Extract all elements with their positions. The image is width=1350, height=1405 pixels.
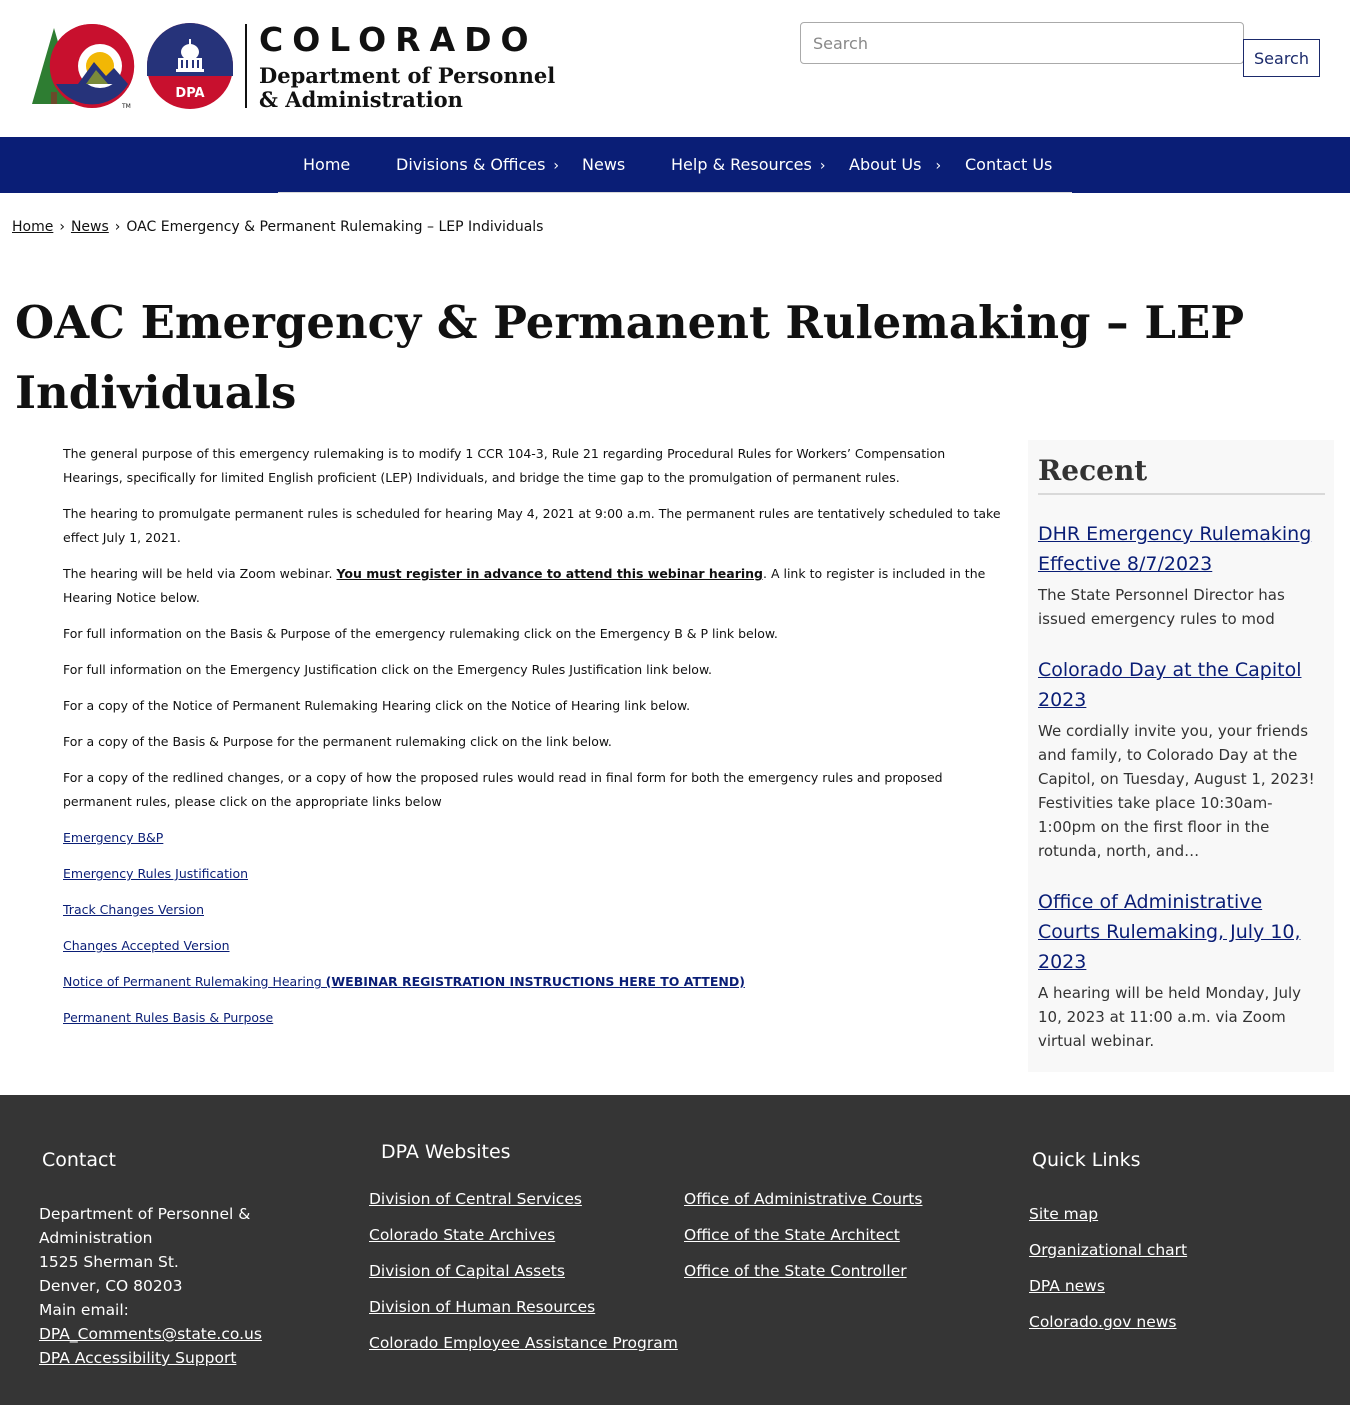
notice-link-row: Notice of Permanent Rulemaking Hearing (… — [63, 970, 1008, 994]
breadcrumb: Home › News › OAC Emergency & Permanent Rule… — [12, 219, 543, 235]
emergency-justification-link[interactable]: Emergency Rules Justification — [63, 862, 1008, 886]
footer-contact-email-link[interactable]: DPA_Comments@state.co.us — [39, 1325, 262, 1343]
footer-contact-title: Contact — [42, 1149, 116, 1171]
footer-quick-links-title: Quick Links — [1032, 1149, 1141, 1171]
colorado-dpa-logo[interactable]: TM DPA COLORADO Department of Personnel … — [28, 20, 555, 112]
footer-contact-street: 1525 Sherman St. — [39, 1253, 179, 1271]
notice-hearing-link[interactable]: Notice of Permanent Rulemaking Hearing — [63, 974, 326, 989]
footer-quick-link-dpa-news[interactable]: DPA news — [1029, 1274, 1187, 1298]
nav-bar: Home Divisions & Offices › News Help & Re… — [278, 137, 1072, 193]
logo-dept-line1: Department of Personnel — [259, 63, 556, 88]
page-title: OAC Emergency & Permanent Rulemaking – L… — [15, 296, 1245, 419]
paragraph-hearing-date: The hearing to promulgate permanent rule… — [63, 506, 1001, 545]
nav-item-label: Home — [303, 155, 351, 174]
svg-text:TM: TM — [121, 103, 131, 110]
footer-websites-col2: Office of Administrative Courts Office o… — [684, 1187, 922, 1295]
footer-quick-link-colorado-news[interactable]: Colorado.gov news — [1029, 1310, 1187, 1334]
recent-item: Colorado Day at the Capitol 2023 We cord… — [1038, 655, 1325, 863]
logo-dept-name: Department of Personnel & Administration — [259, 64, 559, 112]
recent-item-link[interactable]: Colorado Day at the Capitol 2023 — [1038, 655, 1325, 715]
footer-contact-org: Department of Personnel & Administration — [39, 1205, 251, 1247]
nav-item-label: Divisions & Offices — [396, 155, 546, 174]
footer-website-link[interactable]: Division of Central Services — [369, 1187, 678, 1211]
zoom-text: The hearing will be held via Zoom webina… — [63, 566, 337, 581]
dpa-badge-text: DPA — [175, 86, 204, 101]
permanent-bp-link[interactable]: Permanent Rules Basis & Purpose — [63, 1006, 1008, 1030]
main-navigation: Home Divisions & Offices › News Help & Re… — [0, 137, 1350, 193]
breadcrumb-home-link[interactable]: Home — [12, 219, 53, 235]
footer-quick-link-org-chart[interactable]: Organizational chart — [1029, 1238, 1187, 1262]
recent-item-link[interactable]: Office of Administrative Courts Rulemaki… — [1038, 887, 1325, 977]
paragraph-zoom-webinar: The hearing will be held via Zoom webina… — [63, 562, 1008, 610]
emergency-bp-link[interactable]: Emergency B&P — [63, 826, 1008, 850]
nav-item-label: Contact Us — [965, 155, 1053, 174]
search-button[interactable]: Search — [1243, 39, 1320, 77]
recent-sidebar: Recent DHR Emergency Rulemaking Effectiv… — [1028, 440, 1334, 1072]
nav-item-help-resources[interactable]: Help & Resources › — [671, 137, 825, 193]
paragraph-redlined-info: For a copy of the redlined changes, or a… — [63, 770, 943, 809]
webinar-registration-link[interactable]: (WEBINAR REGISTRATION INSTRUCTIONS HERE … — [326, 974, 745, 989]
nav-item-about-us[interactable]: About Us › — [849, 137, 941, 193]
nav-item-divisions-offices[interactable]: Divisions & Offices › — [396, 137, 559, 193]
footer-websites-title: DPA Websites — [381, 1141, 511, 1163]
dpa-capitol-logo-icon: DPA — [147, 23, 233, 109]
chevron-right-icon: › — [935, 158, 942, 174]
recent-item: Office of Administrative Courts Rulemaki… — [1038, 887, 1325, 1053]
chevron-right-icon: › — [819, 158, 826, 174]
sidebar-title: Recent — [1038, 454, 1325, 495]
paragraph-purpose: The general purpose of this emergency ru… — [63, 446, 946, 485]
nav-item-news[interactable]: News — [582, 137, 625, 193]
footer-website-link[interactable]: Division of Human Resources — [369, 1295, 678, 1319]
nav-item-label: News — [582, 155, 626, 174]
track-changes-link[interactable]: Track Changes Version — [63, 898, 1008, 922]
recent-item-desc: We cordially invite you, your friends an… — [1038, 722, 1315, 860]
footer-websites-col1: Division of Central Services Colorado St… — [369, 1187, 678, 1367]
logo-divider — [245, 24, 247, 108]
footer-contact-email-label: Main email: — [39, 1301, 129, 1319]
breadcrumb-separator: › — [114, 219, 121, 235]
colorado-c-logo-icon: TM — [32, 23, 135, 110]
footer-website-link[interactable]: Office of the State Controller — [684, 1259, 922, 1283]
nav-item-label: Help & Resources — [671, 155, 812, 174]
nav-item-home[interactable]: Home — [303, 137, 350, 193]
footer-website-link[interactable]: Office of the State Architect — [684, 1223, 922, 1247]
breadcrumb-current: OAC Emergency & Permanent Rulemaking – L… — [126, 219, 544, 235]
recent-item: DHR Emergency Rulemaking Effective 8/7/2… — [1038, 519, 1325, 631]
recent-item-link[interactable]: DHR Emergency Rulemaking Effective 8/7/2… — [1038, 519, 1325, 579]
footer-website-link[interactable]: Office of Administrative Courts — [684, 1187, 922, 1211]
footer-quick-link-sitemap[interactable]: Site map — [1029, 1202, 1187, 1226]
nav-item-label: About Us — [849, 155, 922, 174]
article-body: The general purpose of this emergency ru… — [63, 442, 1008, 1042]
breadcrumb-news-link[interactable]: News — [71, 219, 109, 235]
footer-website-link[interactable]: Division of Capital Assets — [369, 1259, 678, 1283]
paragraph-permanent-bp-info: For a copy of the Basis & Purpose for th… — [63, 734, 612, 749]
site-header: TM DPA COLORADO Department of Personnel … — [0, 0, 1350, 137]
paragraph-justification-info: For full information on the Emergency Ju… — [63, 662, 712, 677]
paragraph-emergency-bp-info: For full information on the Basis & Purp… — [63, 626, 778, 641]
logo-dept-line2: & Administration — [259, 87, 463, 112]
paragraph-notice-info: For a copy of the Notice of Permanent Ru… — [63, 698, 691, 713]
recent-item-desc: The State Personnel Director has issued … — [1038, 586, 1285, 628]
footer-accessibility-link[interactable]: DPA Accessibility Support — [39, 1349, 236, 1367]
footer-quick-links: Site map Organizational chart DPA news C… — [1029, 1202, 1187, 1346]
site-footer: Contact Department of Personnel & Admini… — [0, 1095, 1350, 1405]
breadcrumb-separator: › — [59, 219, 65, 235]
recent-item-desc: A hearing will be held Monday, July 10, … — [1038, 984, 1302, 1050]
chevron-right-icon: › — [553, 158, 560, 174]
logo-state-name: COLORADO — [259, 20, 538, 59]
search-input[interactable] — [800, 22, 1244, 64]
nav-item-contact-us[interactable]: Contact Us — [965, 137, 1052, 193]
changes-accepted-link[interactable]: Changes Accepted Version — [63, 934, 1008, 958]
register-webinar-link[interactable]: You must register in advance to attend t… — [337, 566, 764, 581]
footer-website-link[interactable]: Colorado State Archives — [369, 1223, 678, 1247]
footer-contact-city: Denver, CO 80203 — [39, 1277, 183, 1295]
footer-website-link[interactable]: Colorado Employee Assistance Program — [369, 1331, 678, 1355]
footer-contact-info: Department of Personnel & Administration… — [39, 1202, 299, 1370]
